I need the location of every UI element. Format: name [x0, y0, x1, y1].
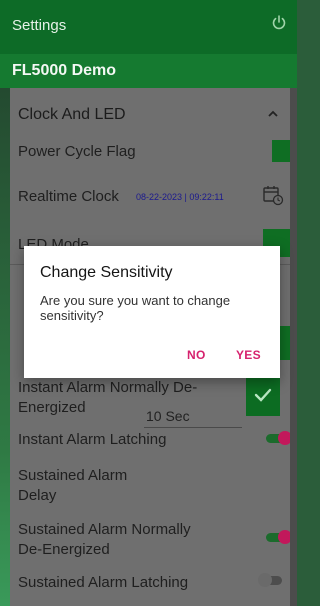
phone-screen: Settings FL5000 Demo Clock And LED Power… — [0, 0, 297, 606]
sustained-alarm-latching-toggle[interactable] — [258, 573, 286, 587]
power-icon[interactable] — [271, 15, 287, 31]
device-name: FL5000 Demo — [12, 62, 117, 79]
calendar-clock-icon[interactable] — [262, 184, 284, 206]
sustained-alarm-delay-input[interactable]: 10 Sec — [144, 406, 242, 428]
sustained-alarm-normally-de-energized-toggle[interactable] — [264, 530, 292, 544]
screen-edge-right — [290, 88, 297, 606]
realtime-clock-label: Realtime Clock — [18, 188, 119, 205]
screen-edge — [0, 88, 10, 606]
app-title: Settings — [12, 17, 67, 34]
section-title: Clock And LED — [18, 106, 126, 123]
app-bar: Settings — [0, 0, 297, 54]
sustained-alarm-delay-confirm[interactable] — [246, 374, 280, 416]
sustained-alarm-delay-value: 10 Sec — [146, 408, 190, 424]
sustained-alarm-latching-label: Sustained Alarm Latching — [18, 574, 189, 591]
no-button[interactable]: NO — [187, 348, 206, 362]
dialog-message: Are you sure you want to change sensitiv… — [40, 293, 231, 323]
instant-alarm-latching-toggle[interactable] — [264, 431, 292, 445]
dialog-title: Change Sensitivity — [40, 264, 173, 281]
toggle-knob — [258, 573, 272, 587]
sustained-alarm-normally-de-energized-label: Sustained Alarm Normally De-Energized — [18, 521, 191, 558]
check-icon — [254, 388, 272, 402]
power-cycle-flag-label: Power Cycle Flag — [18, 143, 136, 160]
change-sensitivity-dialog: Change Sensitivity Are you sure you want… — [24, 246, 280, 378]
instant-alarm-latching-label: Instant Alarm Latching — [18, 431, 167, 448]
realtime-clock-value: 08-22-2023 | 09:22:11 — [136, 192, 224, 202]
device-bar: FL5000 Demo — [0, 54, 297, 88]
yes-button[interactable]: YES — [236, 348, 261, 362]
sustained-alarm-delay-label: Sustained Alarm Delay — [18, 467, 128, 504]
chevron-up-icon[interactable] — [268, 110, 278, 118]
